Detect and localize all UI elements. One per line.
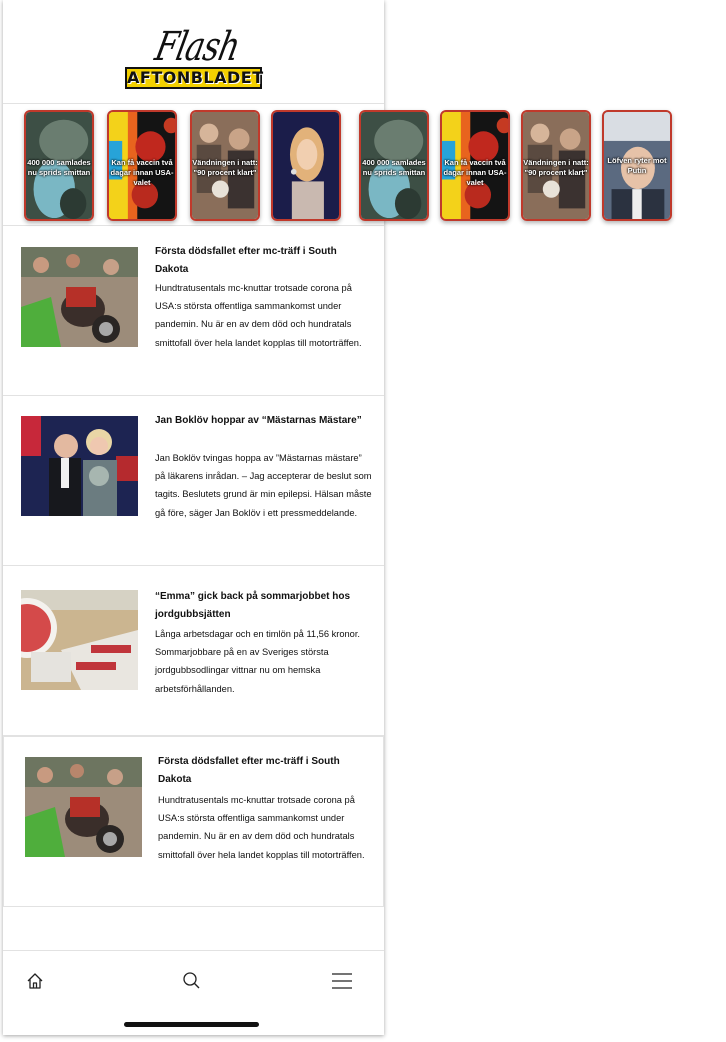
- menu-icon[interactable]: [330, 969, 354, 993]
- story-card[interactable]: Kan få vaccin två dagar innan USA-valet: [440, 110, 510, 221]
- article-card[interactable]: Första dödsfallet efter mc-träff i South…: [3, 736, 384, 907]
- article-image: [21, 590, 138, 690]
- story-caption: Vändningen i natt: "90 procent klart": [192, 158, 258, 177]
- story-card[interactable]: 400 000 samlades nu sprids smittan: [24, 110, 94, 221]
- bottom-navigation: [3, 950, 384, 1035]
- story-caption: Vändningen i natt: "90 procent klart": [523, 158, 589, 177]
- home-indicator: [124, 1022, 259, 1027]
- stories-strip: 400 000 samlades nu sprids smittan Kan f…: [3, 104, 726, 226]
- search-icon[interactable]: [181, 969, 203, 993]
- story-card[interactable]: [271, 110, 341, 221]
- story-caption: Kan få vaccin två dagar innan USA-valet: [443, 158, 507, 187]
- article-title[interactable]: Jan Boklöv hoppar av “Mästarnas Mästare”: [155, 412, 370, 430]
- article-image: [21, 416, 138, 516]
- article-body: Hundtratusentals mc-knuttar trotsade cor…: [158, 795, 365, 860]
- article-body: Hundtratusentals mc-knuttar trotsade cor…: [155, 283, 362, 348]
- app-header: Flash AFTONBLADET: [3, 0, 384, 104]
- story-caption: 400 000 samlades nu sprids smittan: [362, 158, 426, 177]
- article-title[interactable]: “Emma” gick back på sommarjobbet hos jor…: [155, 588, 370, 624]
- story-card[interactable]: Vändningen i natt: "90 procent klart": [190, 110, 260, 221]
- story-caption: Löfven ryter mot Putin: [607, 156, 667, 175]
- article-image: [21, 247, 138, 347]
- story-caption: Kan få vaccin två dagar innan USA-valet: [110, 158, 174, 187]
- article-card[interactable]: Jan Boklöv hoppar av “Mästarnas Mästare”…: [3, 396, 384, 566]
- article-body: Jan Boklöv tvingas hoppa av ”Mästarnas m…: [155, 453, 372, 518]
- story-card[interactable]: Löfven ryter mot Putin: [602, 110, 672, 221]
- logo-aftonbladet[interactable]: AFTONBLADET: [125, 67, 263, 89]
- story-image: [273, 112, 339, 219]
- article-card[interactable]: Första dödsfallet efter mc-träff i South…: [3, 226, 384, 396]
- article-card[interactable]: “Emma” gick back på sommarjobbet hos jor…: [3, 566, 384, 736]
- article-image: [25, 757, 142, 857]
- home-icon[interactable]: [25, 969, 45, 993]
- article-body: Långa arbetsdagar och en timlön på 11,56…: [155, 629, 361, 694]
- app-screen: Flash AFTONBLADET 400 000 samlades nu sp…: [3, 0, 672, 1035]
- story-card[interactable]: 400 000 samlades nu sprids smittan: [359, 110, 429, 221]
- logo-flash-text[interactable]: Flash: [151, 24, 243, 70]
- story-caption: 400 000 samlades nu sprids smittan: [27, 158, 91, 177]
- story-card[interactable]: Kan få vaccin två dagar innan USA-valet: [107, 110, 177, 221]
- story-card[interactable]: Vändningen i natt: "90 procent klart": [521, 110, 591, 221]
- article-title[interactable]: Första dödsfallet efter mc-träff i South…: [155, 243, 370, 279]
- article-title[interactable]: Första dödsfallet efter mc-träff i South…: [158, 753, 373, 789]
